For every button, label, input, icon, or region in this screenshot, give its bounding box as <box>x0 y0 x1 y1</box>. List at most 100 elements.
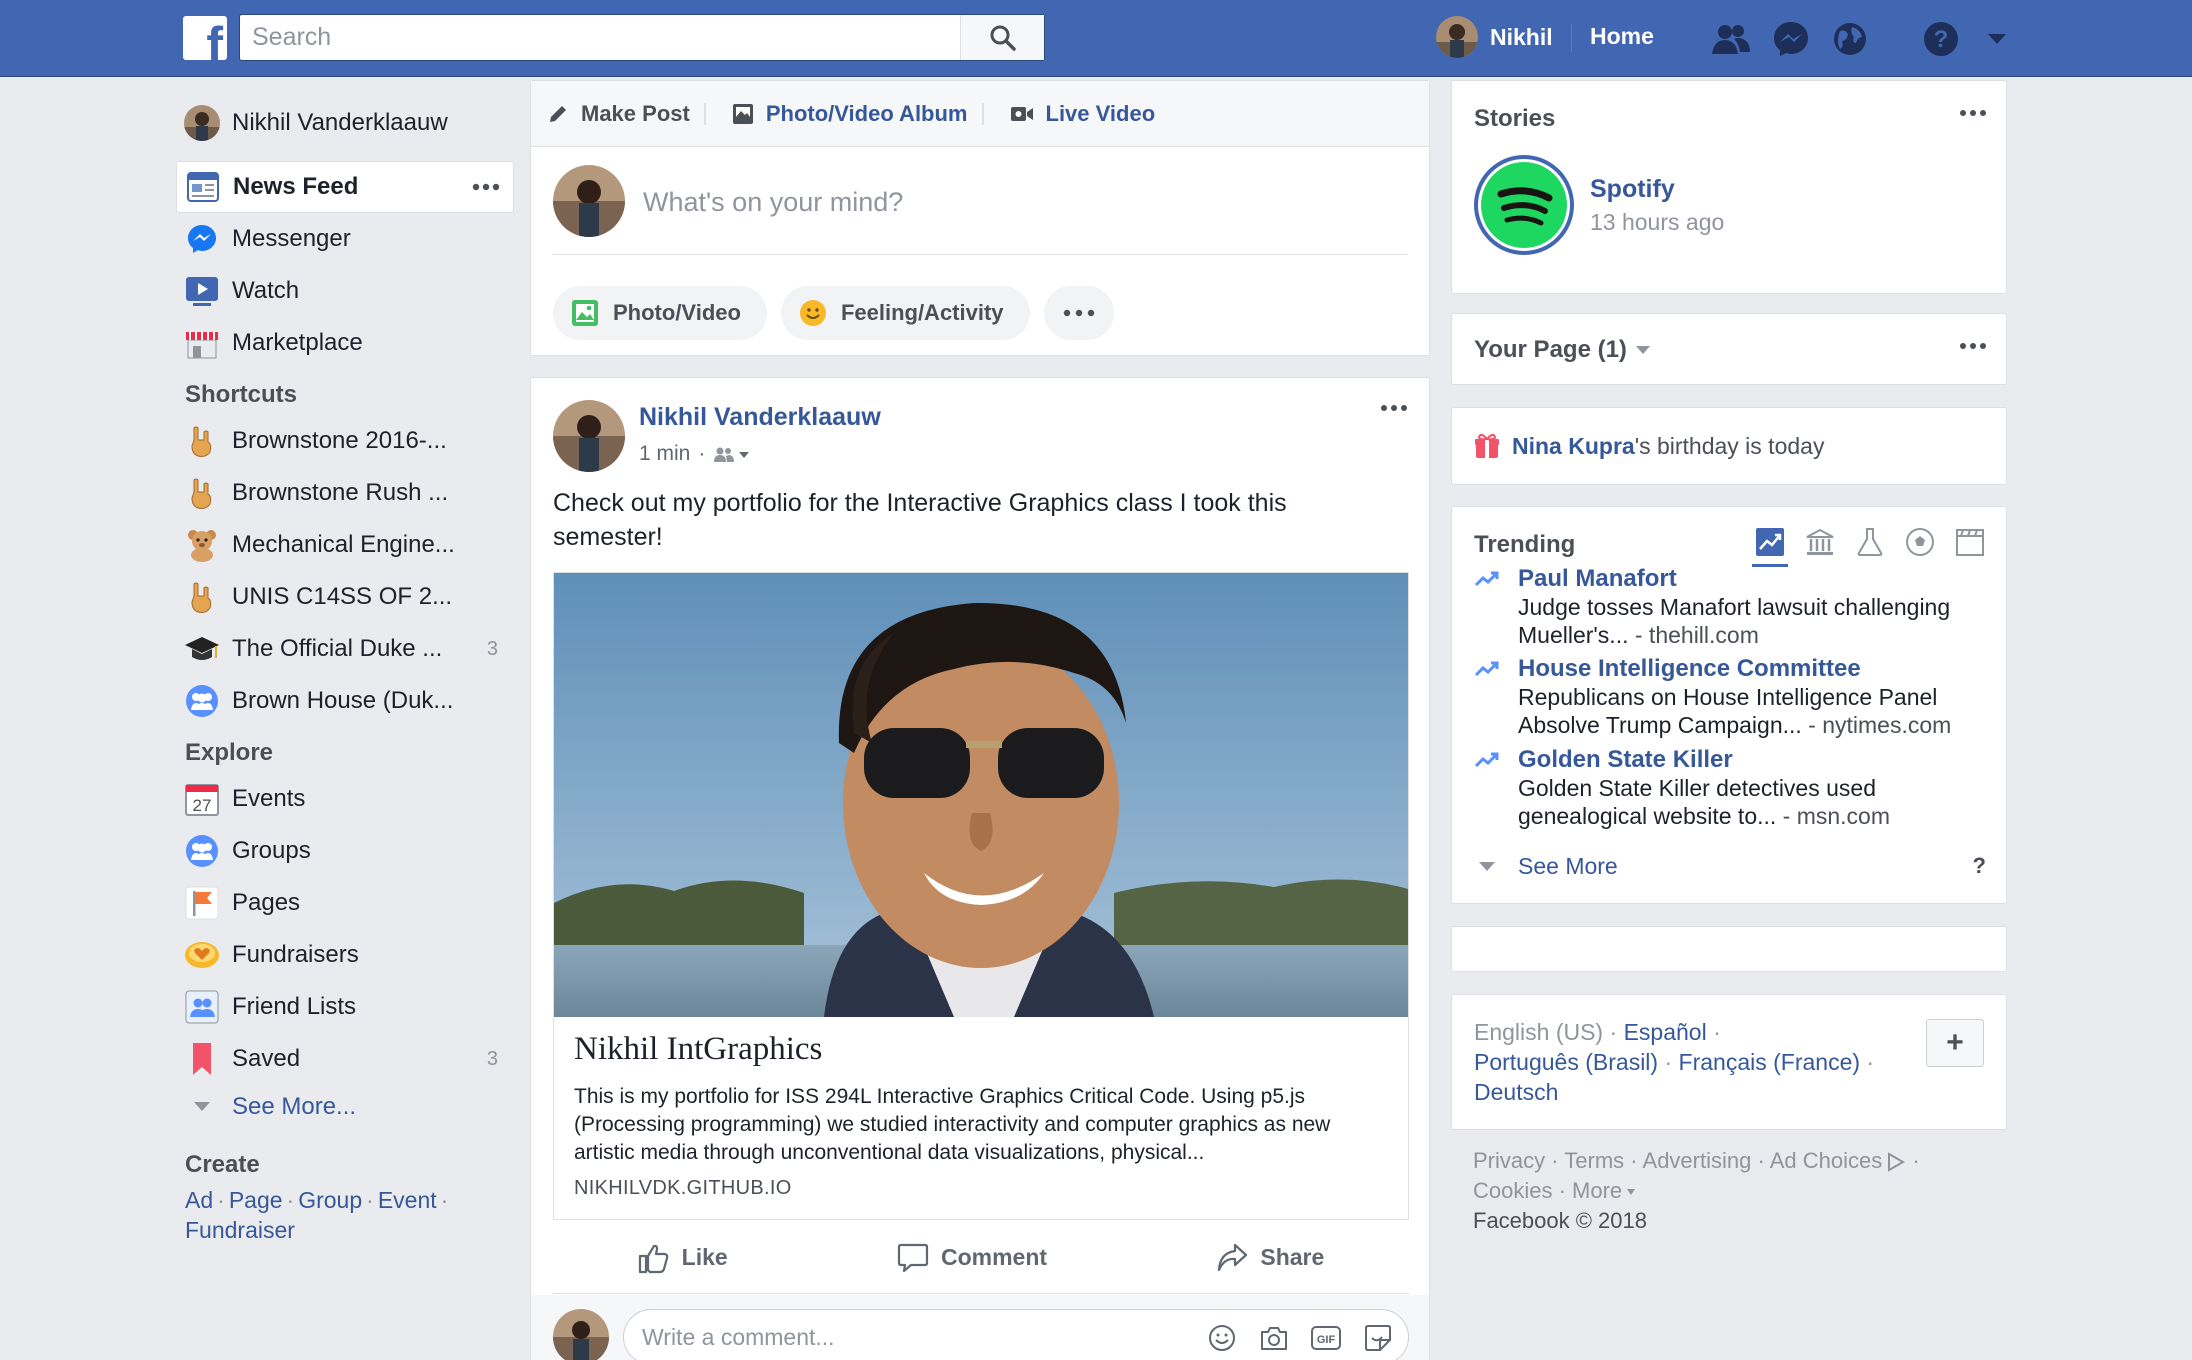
explore-item-friend-lists[interactable]: Friend Lists <box>176 981 514 1033</box>
spotify-logo-icon <box>1481 162 1567 248</box>
footer-cookies-link[interactable]: Cookies <box>1473 1178 1552 1203</box>
trending-item[interactable]: Golden State Killer Golden State Killer … <box>1474 746 1994 830</box>
shortcut-item[interactable]: Brown House (Duk... <box>176 675 514 727</box>
shortcut-label: The Official Duke ... <box>232 635 443 662</box>
marketplace-icon <box>184 325 220 361</box>
explore-item-saved[interactable]: Saved 3 <box>176 1033 514 1085</box>
shortcut-item[interactable]: Mechanical Engine... <box>176 519 514 571</box>
shortcut-item[interactable]: Brownstone 2016-... <box>176 415 514 467</box>
create-fundraiser-link[interactable]: Fundraiser <box>185 1217 295 1243</box>
trending-description: Golden State Killer detectives used gene… <box>1518 775 1891 829</box>
language-link[interactable]: Français (France) <box>1679 1049 1860 1075</box>
language-link[interactable]: Español <box>1624 1019 1707 1045</box>
profile-link[interactable]: Nikhil <box>1436 15 1553 59</box>
shortcut-item[interactable]: Brownstone Rush ... <box>176 467 514 519</box>
friend-requests-button[interactable] <box>1710 18 1752 60</box>
like-button[interactable]: Like <box>638 1242 728 1274</box>
avatar[interactable] <box>553 400 625 472</box>
camera-button[interactable] <box>1256 1322 1292 1354</box>
emoji-button[interactable] <box>1204 1322 1240 1354</box>
sidebar-profile[interactable]: Nikhil Vanderklaauw <box>176 95 514 151</box>
shortcut-item[interactable]: The Official Duke ... 3 <box>176 623 514 675</box>
more-options-icon <box>1960 343 1986 349</box>
button-label: Photo/Video <box>613 300 741 325</box>
post-author[interactable]: Nikhil Vanderklaauw <box>639 403 881 432</box>
comment-input[interactable] <box>642 1318 1182 1356</box>
link-preview[interactable]: Nikhil IntGraphics This is my portfolio … <box>553 572 1409 1220</box>
tab-entertainment[interactable] <box>1952 527 1988 567</box>
gif-button[interactable]: GIF <box>1308 1322 1344 1354</box>
notifications-button[interactable] <box>1829 18 1871 60</box>
tab-politics[interactable] <box>1802 527 1838 567</box>
feeling-activity-button[interactable]: Feeling/Activity <box>780 286 1030 340</box>
create-event-link[interactable]: Event <box>378 1187 437 1213</box>
footer-advertising-link[interactable]: Advertising <box>1643 1148 1752 1173</box>
help-button[interactable]: ? <box>1920 18 1962 60</box>
more-options-button[interactable] <box>1043 286 1114 340</box>
post-options-button[interactable] <box>1377 398 1411 418</box>
account-menu-button[interactable] <box>1976 18 2018 60</box>
trending-source: - thehill.com <box>1628 622 1759 648</box>
your-page-dropdown[interactable]: Your Page (1) <box>1474 336 1651 364</box>
footer-ad-choices-link[interactable]: Ad Choices <box>1770 1148 1883 1173</box>
see-more-link[interactable]: See More... <box>176 1085 514 1129</box>
sidebar-item-news-feed[interactable]: News Feed <box>176 161 514 213</box>
caret-down-icon <box>1635 346 1650 354</box>
trending-source: - nytimes.com <box>1801 712 1952 738</box>
trending-title: Paul Manafort <box>1518 565 1677 592</box>
composer-input-area[interactable]: What's on your mind? <box>553 165 1407 255</box>
explore-item-pages[interactable]: Pages <box>176 877 514 929</box>
add-language-button[interactable]: + <box>1926 1019 1984 1067</box>
section-heading-explore: Explore <box>185 739 274 766</box>
stories-options-button[interactable] <box>1956 103 1990 123</box>
sidebar-item-marketplace[interactable]: Marketplace <box>176 317 514 369</box>
graduation-cap-icon <box>184 631 220 667</box>
sticker-button[interactable] <box>1360 1322 1396 1354</box>
create-ad-link[interactable]: Ad <box>185 1187 213 1213</box>
comment-button[interactable]: Comment <box>897 1242 1047 1274</box>
trending-see-more[interactable]: See More <box>1474 853 1994 880</box>
sidebar-item-watch[interactable]: Watch <box>176 265 514 317</box>
story-avatar[interactable] <box>1474 155 1574 255</box>
sidebar-item-messenger[interactable]: Messenger <box>176 213 514 265</box>
help-icon: ? <box>1924 22 1958 56</box>
language-link[interactable]: Português (Brasil) <box>1474 1049 1658 1075</box>
trending-item[interactable]: House Intelligence Committee Republicans… <box>1474 655 1994 739</box>
explore-item-groups[interactable]: Groups <box>176 825 514 877</box>
trending-item[interactable]: Paul Manafort Judge tosses Manafort laws… <box>1474 565 1994 649</box>
explore-item-events[interactable]: 27 Events <box>176 773 514 825</box>
create-page-link[interactable]: Page <box>229 1187 283 1213</box>
tab-photo-video-album[interactable]: Photo/Video Album <box>732 101 984 127</box>
shortcut-item[interactable]: UNIS C14SS OF 2... <box>176 571 514 623</box>
search-input[interactable] <box>240 15 960 60</box>
more-options-icon[interactable] <box>469 172 503 202</box>
trending-help-button[interactable]: ? <box>1973 853 1986 879</box>
tab-sports[interactable] <box>1902 527 1938 567</box>
footer-privacy-link[interactable]: Privacy <box>1473 1148 1545 1173</box>
explore-item-fundraisers[interactable]: Fundraisers <box>176 929 514 981</box>
create-group-link[interactable]: Group <box>298 1187 362 1213</box>
photo-video-button[interactable]: Photo/Video <box>553 286 767 340</box>
search-button[interactable] <box>960 15 1044 60</box>
facebook-logo[interactable]: f <box>183 16 227 60</box>
your-page-options-button[interactable] <box>1956 336 1990 356</box>
home-link[interactable]: Home <box>1590 23 1654 50</box>
footer-terms-link[interactable]: Terms <box>1564 1148 1624 1173</box>
trending-description: Judge tosses Manafort lawsuit challengin… <box>1518 594 1951 648</box>
language-link[interactable]: Deutsch <box>1474 1079 1558 1105</box>
tab-top-trending[interactable] <box>1752 527 1788 567</box>
birthday-reminder[interactable]: Nina Kupra's birthday is today <box>1474 432 1824 460</box>
messenger-button[interactable] <box>1770 18 1812 60</box>
sticker-icon <box>1365 1325 1391 1351</box>
post-time[interactable]: 1 min <box>639 442 690 466</box>
tab-science[interactable] <box>1852 527 1888 567</box>
tab-make-post[interactable]: Make Post <box>547 101 706 127</box>
birthday-name[interactable]: Nina Kupra <box>1512 433 1635 460</box>
story-name[interactable]: Spotify <box>1590 175 1675 204</box>
tab-live-video[interactable]: Live Video <box>1010 101 1155 127</box>
share-button[interactable]: Share <box>1216 1242 1324 1274</box>
trending-description: Republicans on House Intelligence Panel … <box>1518 684 1952 738</box>
more-options-icon <box>1381 405 1407 411</box>
footer-more-link[interactable]: More <box>1572 1178 1622 1203</box>
friends-audience-icon[interactable] <box>713 445 753 463</box>
